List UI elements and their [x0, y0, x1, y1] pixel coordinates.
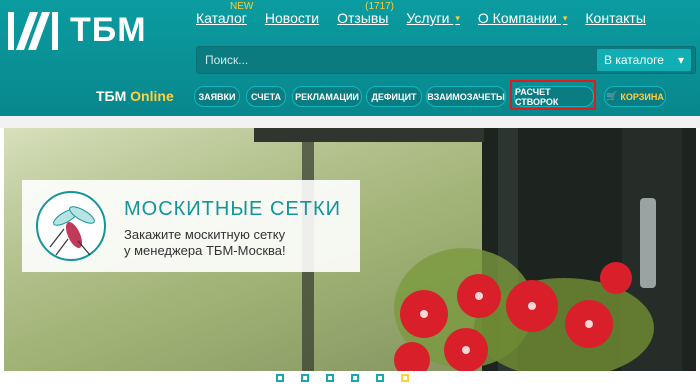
main-nav: NEW Каталог Новости (1717) Отзывы Услуги…: [196, 1, 664, 26]
nav-news-label: Новости: [264, 10, 320, 26]
catalog-scope-label: В каталоге: [604, 53, 664, 67]
header-divider: [0, 116, 700, 128]
nav-services[interactable]: Услуги: [406, 10, 459, 26]
nav-reviews-label: Отзывы: [337, 10, 389, 26]
btn-deficit[interactable]: ДЕФИЦИТ: [366, 86, 422, 107]
chevron-down-icon: ▾: [677, 53, 684, 67]
slider-dot-4[interactable]: [351, 374, 359, 382]
btn-claims[interactable]: РЕКЛАМАЦИИ: [292, 86, 362, 107]
online-word: Online: [130, 88, 174, 104]
promo-subtitle-line1: Закажите москитную сетку: [124, 227, 286, 242]
nav-catalog[interactable]: NEW Каталог: [196, 1, 253, 26]
logo[interactable]: ТБМ: [8, 8, 147, 52]
slider-dots: [0, 371, 700, 389]
promo-title: МОСКИТНЫЕ СЕТКИ: [124, 198, 341, 220]
nav-reviews[interactable]: (1717) Отзывы: [337, 1, 394, 26]
slider-dot-5[interactable]: [376, 374, 384, 382]
nav-about-label: О Компании: [477, 10, 557, 26]
promo-subtitle-line2: у менеджера ТБМ-Москва!: [124, 243, 286, 258]
slider-dot-6-active[interactable]: [401, 374, 409, 382]
new-badge: NEW: [230, 1, 254, 12]
hero-banner[interactable]: МОСКИТНЫЕ СЕТКИ Закажите москитную сетку…: [4, 128, 696, 371]
catalog-scope-dropdown[interactable]: В каталоге ▾: [597, 49, 691, 71]
btn-invoices[interactable]: СЧЕТА: [246, 86, 286, 107]
nav-catalog-label: Каталог: [196, 10, 247, 26]
promo-card[interactable]: МОСКИТНЫЕ СЕТКИ Закажите москитную сетку…: [22, 180, 360, 272]
logo-text: ТБМ: [70, 10, 147, 49]
nav-contacts[interactable]: Контакты: [585, 10, 645, 26]
btn-offsets[interactable]: ВЗАИМОЗАЧЕТЫ: [426, 86, 506, 107]
search-bar: Поиск... В каталоге ▾: [196, 46, 696, 74]
promo-subtitle: Закажите москитную сетку у менеджера ТБМ…: [124, 227, 344, 259]
slider-dot-3[interactable]: [326, 374, 334, 382]
btn-orders[interactable]: ЗАЯВКИ: [194, 86, 240, 107]
cart-label: КОРЗИНА: [620, 91, 664, 102]
nav-news[interactable]: Новости: [265, 10, 319, 26]
cart-icon: 🛒: [606, 91, 618, 101]
nav-services-label: Услуги: [406, 10, 450, 26]
search-input[interactable]: Поиск...: [205, 53, 248, 67]
nav-contacts-label: Контакты: [585, 10, 646, 26]
btn-cart[interactable]: 🛒 КОРЗИНА: [604, 86, 666, 107]
slider-dot-1[interactable]: [276, 374, 284, 382]
nav-about[interactable]: О Компании: [478, 10, 568, 26]
tbm-online-label: ТБМ Online: [96, 88, 174, 104]
online-brand: ТБМ: [96, 88, 127, 104]
header: ТБМ NEW Каталог Новости (1717) Отзывы Ус…: [0, 0, 700, 116]
mosquito-icon: [36, 191, 106, 261]
slider-dot-2[interactable]: [301, 374, 309, 382]
reviews-count-badge: (1717): [365, 1, 395, 12]
sash-calc-highlight: [510, 80, 596, 110]
logo-mark-icon: [8, 10, 62, 50]
